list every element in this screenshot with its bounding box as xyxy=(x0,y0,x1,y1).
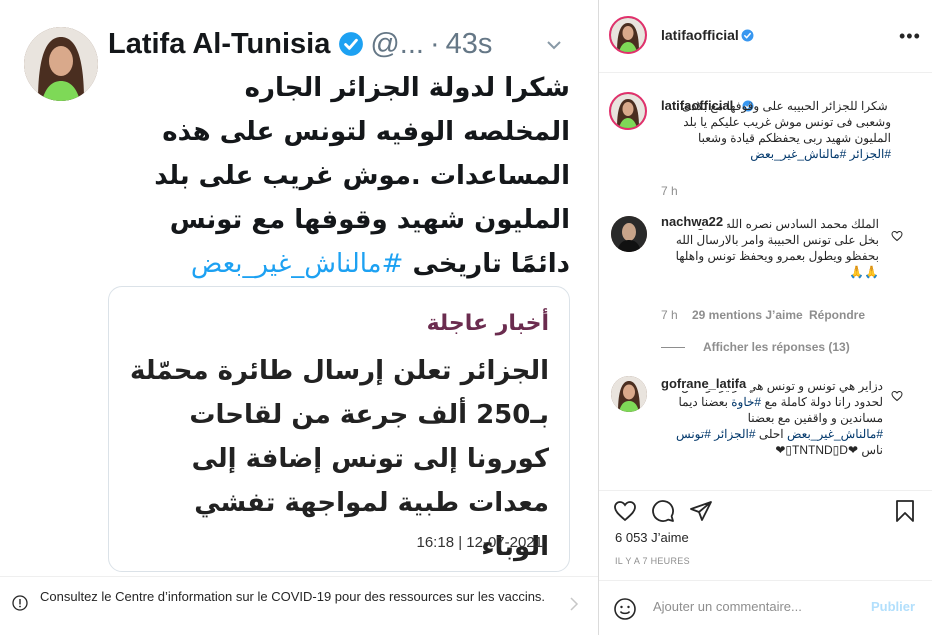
verified-badge-icon xyxy=(741,29,754,42)
more-options-icon[interactable]: ••• xyxy=(899,26,921,47)
comments-list[interactable]: latifaofficial شكرا للجزائر الحبيبه على … xyxy=(599,72,932,490)
caption-body: شكرا للجزائر الحبيبه على وقوفها مع بلادى… xyxy=(681,99,891,145)
comment-likes[interactable]: 29 mentions J’aime xyxy=(692,308,803,322)
caption-text: شكرا للجزائر الحبيبه على وقوفها مع بلادى… xyxy=(661,98,891,162)
news-card-date: 16:18 | 12-07-2021 xyxy=(416,534,544,551)
comment-icon[interactable] xyxy=(651,499,675,523)
action-bar xyxy=(599,490,932,531)
tweet-text: شكرا لدولة الجزائر الجاره المخلصه الوفيه… xyxy=(150,66,570,286)
comment-hashtag[interactable]: #الجزائر #تونس xyxy=(676,427,756,441)
comment-hashtag[interactable]: #خاوة xyxy=(731,395,761,409)
covid-info-banner[interactable]: Consultez le Centre d’information sur le… xyxy=(0,576,598,635)
reply-button[interactable]: Répondre xyxy=(809,308,865,322)
post-sidebar: latifaofficial ••• latifaofficial شكرا ل… xyxy=(599,0,932,635)
chevron-down-icon xyxy=(547,41,561,50)
add-comment-bar: Ajouter un commentaire... Publier xyxy=(599,580,932,636)
covid-banner-text: Consultez le Centre d’information sur le… xyxy=(40,589,546,604)
comment: دزاير هي تونس و تونس هي دزاير لو مش لحدو… xyxy=(599,372,932,490)
caption-hashtags[interactable]: #الجزائر #مالناش_غير_بعض xyxy=(750,147,891,161)
heart-icon[interactable] xyxy=(613,499,637,523)
publish-button[interactable]: Publier xyxy=(871,599,915,614)
info-icon xyxy=(12,595,28,611)
comment-time: 7 h xyxy=(661,308,678,322)
author-avatar[interactable] xyxy=(609,16,647,54)
comment-tail: ناس ❤TNTND▯D▯❤ xyxy=(775,443,883,457)
commenter-avatar[interactable] xyxy=(611,216,647,252)
news-card: أخبار عاجلة الجزائر تعلن إرسال طائرة محم… xyxy=(108,286,570,572)
tweet-time: 43s xyxy=(445,27,493,60)
post-timestamp: IL Y A 7 HEURES xyxy=(615,556,690,566)
comment-emoji: 🙏🙏 xyxy=(849,265,879,279)
replies-divider xyxy=(661,347,685,348)
tweet-header: Latifa Al-Tunisia @... · 43s xyxy=(108,26,578,62)
heart-icon[interactable] xyxy=(891,390,903,402)
news-card-tag: أخبار عاجلة xyxy=(426,311,549,336)
share-icon[interactable] xyxy=(689,499,713,523)
commenter-username[interactable]: nachwa22 xyxy=(661,214,728,229)
chevron-right-icon xyxy=(570,597,579,611)
caption-time: 7 h xyxy=(661,184,678,198)
caption-avatar[interactable] xyxy=(609,92,647,130)
post-media[interactable]: Latifa Al-Tunisia @... · 43s شكرا لدولة … xyxy=(0,0,599,635)
author-username[interactable]: latifaofficial xyxy=(661,27,739,43)
commenter-avatar[interactable] xyxy=(611,376,647,412)
caption: latifaofficial شكرا للجزائر الحبيبه على … xyxy=(599,72,932,212)
likes-count[interactable]: 6 053 J’aime xyxy=(615,530,689,545)
comment: الملك محمد السادس نصره الله كمان ما بخل … xyxy=(599,212,932,362)
heart-icon[interactable] xyxy=(891,230,903,242)
tweet-author-name: Latifa Al-Tunisia xyxy=(108,27,331,60)
emoji-icon[interactable] xyxy=(613,597,637,621)
comment-body: احلى xyxy=(758,427,784,441)
view-replies-button[interactable]: Afficher les réponses (13) xyxy=(703,340,850,354)
tweet-hashtag: #مالناش_غير_بعض xyxy=(190,249,404,279)
comment-input[interactable]: Ajouter un commentaire... xyxy=(653,599,802,614)
verified-badge-icon xyxy=(339,32,364,56)
commenter-username[interactable]: gofrane_latifa xyxy=(661,376,751,391)
bookmark-icon[interactable] xyxy=(893,499,917,523)
comment-hashtag[interactable]: #مالناش_غير_بعض xyxy=(787,427,883,441)
post-header: latifaofficial ••• xyxy=(599,0,932,73)
tweet-separator: · xyxy=(429,27,440,60)
tweet-avatar xyxy=(24,27,98,101)
tweet-handle: @... xyxy=(370,27,424,60)
